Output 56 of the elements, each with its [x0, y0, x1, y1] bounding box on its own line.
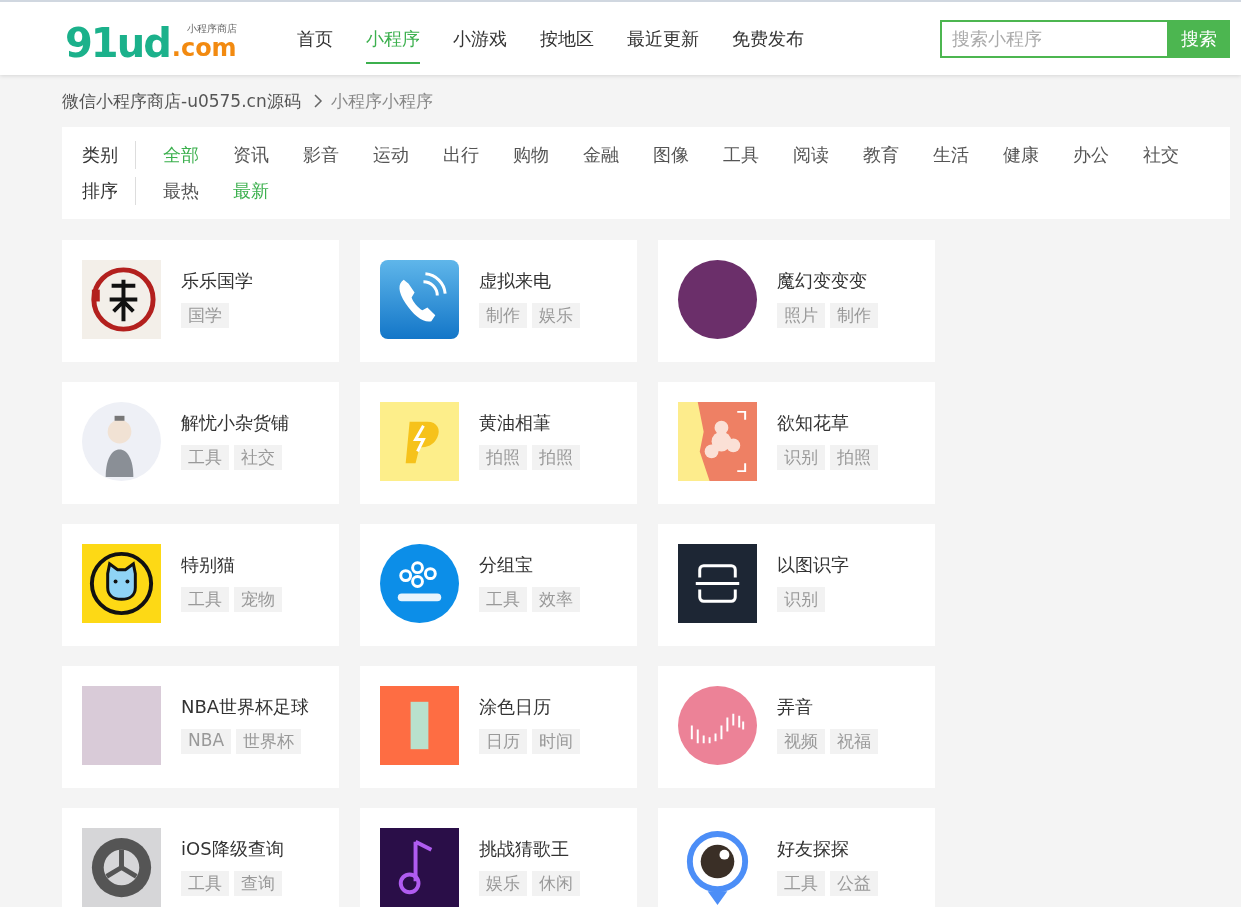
app-name: 魔幻变变变 — [777, 269, 868, 293]
logo-tagline: 小程序商店 — [186, 22, 237, 35]
app-name: 虚拟来电 — [479, 269, 552, 293]
app-card[interactable]: 以图识字 识别 — [658, 524, 935, 646]
chevron-right-icon — [312, 93, 323, 109]
cat-icon — [82, 544, 161, 623]
breadcrumb-link[interactable]: 微信小程序商店-u0575.cn源码 — [62, 89, 301, 113]
filter-option[interactable]: 健康 — [1003, 141, 1039, 169]
app-name: 欲知花草 — [777, 411, 850, 435]
app-name: 挑战猜歌王 — [479, 837, 570, 861]
filter-option[interactable]: 阅读 — [793, 141, 829, 169]
logo-domain: .com — [171, 34, 237, 61]
app-name: 好友探探 — [777, 837, 850, 861]
filter-option[interactable]: 办公 — [1073, 141, 1109, 169]
nav-link[interactable]: 按地区 — [540, 2, 594, 75]
app-name: 特别猫 — [181, 553, 236, 577]
filter-option[interactable]: 最热 — [163, 177, 199, 205]
filter-option[interactable]: 运动 — [373, 141, 409, 169]
app-name: 涂色日历 — [479, 695, 552, 719]
filter-option[interactable]: 工具 — [723, 141, 759, 169]
filter-option[interactable]: 教育 — [863, 141, 899, 169]
nav-link[interactable]: 小游戏 — [453, 2, 507, 75]
phone-icon — [380, 260, 459, 339]
filter-label: 排序 — [82, 177, 136, 205]
filter-option[interactable]: 生活 — [933, 141, 969, 169]
color-bar-icon — [380, 686, 459, 765]
app-name: 乐乐国学 — [181, 269, 253, 293]
filter-option[interactable]: 社交 — [1143, 141, 1179, 169]
filter-option[interactable]: 资讯 — [233, 141, 269, 169]
settings-icon — [82, 828, 161, 907]
nav-link[interactable]: 首页 — [297, 2, 333, 75]
filter-option[interactable]: 图像 — [653, 141, 689, 169]
app-name: 弄音 — [777, 695, 814, 719]
filter-option[interactable]: 金融 — [583, 141, 619, 169]
lightning-logo-icon — [380, 402, 459, 481]
filter-option[interactable]: 购物 — [513, 141, 549, 169]
scan-frame-icon — [678, 544, 757, 623]
app-card[interactable]: 乐乐国学 国学 — [62, 240, 339, 362]
sound-wave-icon — [678, 686, 757, 765]
app-name: iOS降级查询 — [181, 837, 284, 861]
nav-link[interactable]: 免费发布 — [732, 2, 804, 75]
flower-icon — [678, 402, 757, 481]
nav-link[interactable]: 最近更新 — [627, 2, 699, 75]
app-name: 分组宝 — [479, 553, 534, 577]
filter-option[interactable]: 影音 — [303, 141, 339, 169]
app-name: 黄油相茟 — [479, 411, 552, 435]
app-name: 以图识字 — [777, 553, 849, 577]
logo-text: 91ud — [65, 22, 170, 63]
filter-option[interactable]: 出行 — [443, 141, 479, 169]
app-name: NBA世界杯足球 — [181, 695, 310, 719]
app-name: 解忧小杂货铺 — [181, 411, 289, 435]
search-field[interactable]: 搜索小程序 — [940, 19, 1167, 58]
filter-label: 类别 — [82, 141, 136, 169]
seal-character-icon — [82, 260, 161, 339]
circles-logo-icon — [380, 544, 459, 623]
music-note-icon — [380, 828, 459, 907]
